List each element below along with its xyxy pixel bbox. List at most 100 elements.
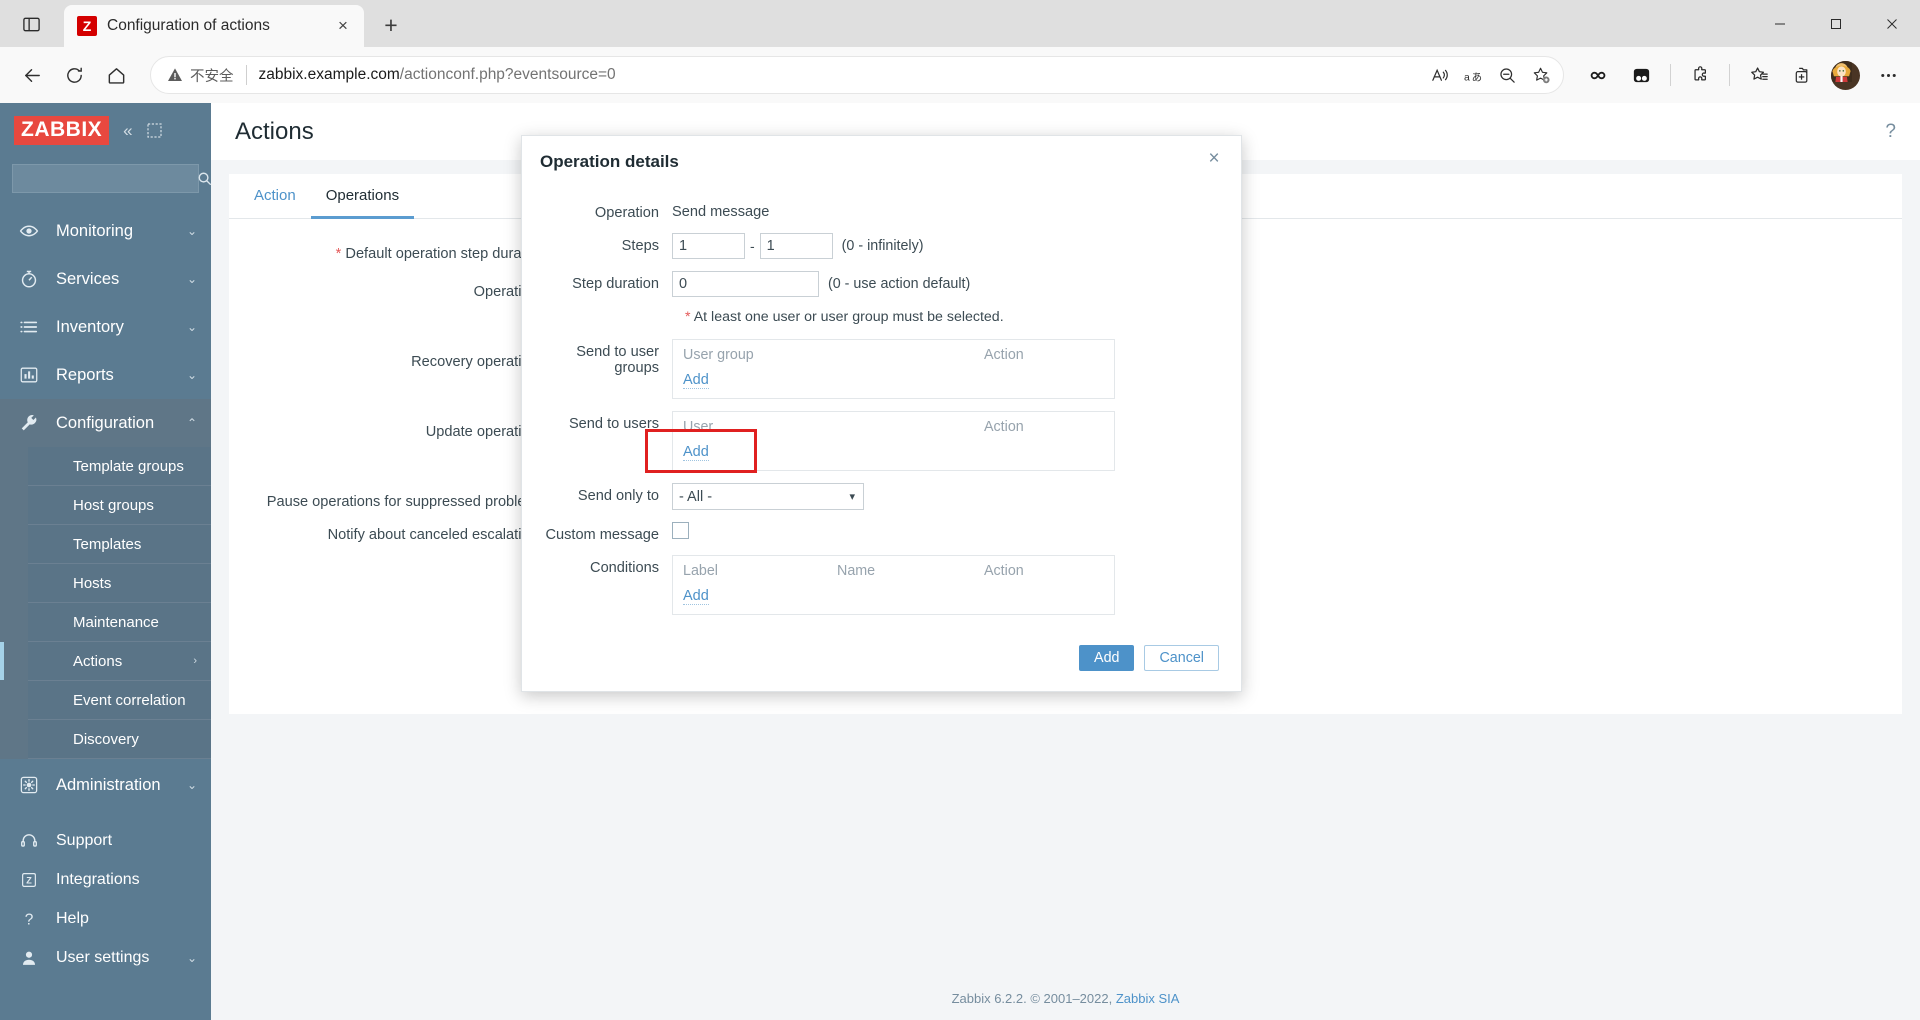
modal-cancel-button[interactable]: Cancel [1144,645,1219,671]
main-content: Actions ? Action Operations * Default op… [211,103,1920,1020]
address-bar[interactable]: 不安全 zabbix.example.com/actionconf.php?ev… [150,56,1564,94]
sidebar-label: Support [56,831,113,849]
label-default-step-duration: * Default operation step duration [229,241,559,267]
page-footer: Zabbix 6.2.2. © 2001–2022, Zabbix SIA [211,991,1920,1006]
collections-icon[interactable] [1782,55,1822,95]
modal-footer: Add Cancel [522,631,1241,691]
close-window-icon[interactable] [1864,0,1920,47]
extensions-icon[interactable] [1680,55,1720,95]
page-body: ZABBIX « Monitoring ⌄ Services ⌄ Invento… [0,103,1920,1020]
minimize-icon[interactable] [1752,0,1808,47]
required-marker: * [685,309,691,325]
sidebar-item-host-groups[interactable]: Host groups [28,486,211,525]
sidebar-item-actions[interactable]: Actions › [0,642,211,681]
omnibox-divider [245,65,247,85]
ctl-send-only-to: - All - ▾ [672,483,1219,510]
sidebar-item-administration[interactable]: Administration ⌄ [0,761,211,809]
ctl-custom-message [672,522,1219,539]
browser-tab[interactable]: Z Configuration of actions × [64,5,364,47]
col-user-group: User group [683,347,754,363]
operation-value: Send message [672,204,770,220]
submenu-label: Templates [73,535,142,553]
split-screen-icon[interactable] [1621,55,1661,95]
infinity-icon[interactable] [1578,55,1618,95]
close-icon[interactable]: × [330,13,356,39]
url-text[interactable]: zabbix.example.com/actionconf.php?events… [259,66,1424,84]
sidebar-item-template-groups[interactable]: Template groups [28,447,211,486]
tab-operations[interactable]: Operations [310,174,415,219]
steps-from-input[interactable] [672,233,745,259]
close-icon[interactable]: × [1205,149,1223,168]
custom-message-checkbox[interactable] [672,522,689,539]
maximize-icon[interactable] [1808,0,1864,47]
send-to-users-add-link[interactable]: Add [683,444,709,461]
sidebar-item-inventory[interactable]: Inventory ⌄ [0,303,211,351]
read-aloud-icon[interactable] [1423,59,1455,91]
avatar[interactable] [1825,55,1865,95]
row-send-only-to: Send only to - All - ▾ [544,483,1219,510]
sidebar-item-hosts[interactable]: Hosts [28,564,211,603]
zoom-out-icon[interactable] [1491,59,1523,91]
chevron-down-icon: ⌄ [186,950,197,965]
footer-link[interactable]: Zabbix SIA [1116,991,1180,1006]
sidebar-item-event-correlation[interactable]: Event correlation [28,681,211,720]
new-tab-icon[interactable]: + [374,8,408,42]
eye-icon [18,221,40,241]
add-favorite-icon[interactable] [1525,59,1557,91]
submenu-label: Event correlation [73,691,186,709]
settings-more-icon[interactable] [1868,55,1908,95]
help-icon[interactable]: ? [1885,121,1896,143]
sidebar-item-user-settings[interactable]: User settings ⌄ [0,938,211,977]
favorites-icon[interactable] [1739,55,1779,95]
tab-action[interactable]: Action [239,174,311,219]
sidebar-item-services[interactable]: Services ⌄ [0,255,211,303]
required-note-text: At least one user or user group must be … [693,309,1004,325]
submenu-label: Actions [73,652,123,670]
list-icon [18,317,40,337]
search-icon[interactable] [197,171,211,186]
sidebar-item-integrations[interactable]: Z Integrations [0,860,211,899]
svg-text:あ: あ [1471,71,1481,83]
chevron-down-icon: ⌄ [186,368,197,382]
security-warning[interactable]: 不安全 [167,65,234,86]
toolbar-divider-1 [1670,64,1671,86]
sidebar-item-reports[interactable]: Reports ⌄ [0,351,211,399]
zabbix-favicon: Z [77,16,97,36]
row-custom-message: Custom message [544,522,1219,543]
col-name: Name [837,563,876,579]
chevron-up-icon: ⌃ [186,416,197,430]
sidebar-item-monitoring[interactable]: Monitoring ⌄ [0,207,211,255]
col-action: Action [984,419,1024,435]
sidebar-item-configuration[interactable]: Configuration ⌃ [0,399,211,447]
submenu-label: Discovery [73,730,139,748]
label-send-only-to: Send only to [577,488,659,504]
sidebar-item-help[interactable]: ? Help [0,899,211,938]
modal-add-button[interactable]: Add [1079,645,1135,671]
collapse-sidebar-icon[interactable]: « [123,121,132,141]
reload-icon[interactable] [54,55,94,95]
send-only-to-value: - All - [679,488,713,505]
sidebar-label: Integrations [56,870,140,888]
chevron-down-icon: ▾ [849,490,855,503]
tab-actions-icon[interactable] [8,4,54,44]
back-icon[interactable] [12,55,52,95]
label-custom-message: Custom message [545,527,659,543]
send-only-to-select[interactable]: - All - ▾ [672,483,864,510]
conditions-add-link[interactable]: Add [683,588,709,605]
zabbix-logo[interactable]: ZABBIX [14,116,110,145]
submenu-label: Maintenance [73,613,159,631]
translate-icon[interactable]: aあ [1457,59,1489,91]
sidebar-search[interactable] [12,164,211,193]
sidebar-item-discovery[interactable]: Discovery [28,720,211,759]
sidebar-item-maintenance[interactable]: Maintenance [28,603,211,642]
row-operation: Operation Send message [544,200,1219,221]
steps-to-input[interactable] [759,233,833,259]
home-icon[interactable] [96,55,136,95]
step-duration-input[interactable] [672,271,819,297]
sidebar-item-templates[interactable]: Templates [28,525,211,564]
sidebar-item-support[interactable]: Support [0,821,211,860]
compact-view-icon[interactable] [147,123,162,138]
search-input[interactable] [21,171,197,186]
user-groups-add-link[interactable]: Add [683,372,709,389]
ctl-step-duration: (0 - use action default) [672,271,1219,297]
